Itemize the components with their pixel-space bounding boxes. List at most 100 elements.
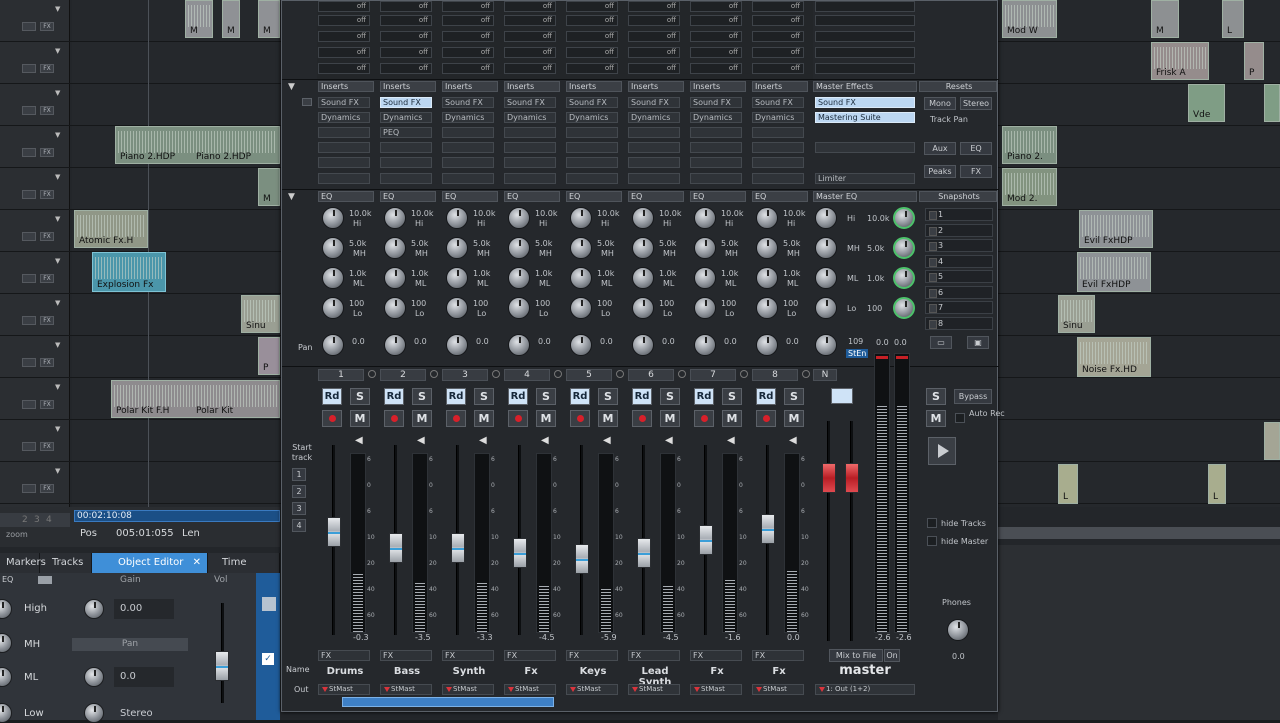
track-fx-button[interactable]: FX bbox=[40, 358, 54, 367]
fx-select[interactable]: FX bbox=[442, 650, 494, 661]
mute-icon[interactable] bbox=[22, 274, 36, 283]
snapshot-slot[interactable]: 5 bbox=[925, 270, 993, 283]
record-arm-button[interactable] bbox=[632, 410, 652, 427]
aux-send-button[interactable]: off bbox=[690, 1, 742, 12]
mute-icon[interactable] bbox=[22, 148, 36, 157]
insert-slot[interactable] bbox=[566, 127, 618, 138]
insert-slot[interactable] bbox=[752, 142, 804, 153]
master-eq-gain-knob[interactable] bbox=[893, 297, 915, 319]
fx-select[interactable]: FX bbox=[628, 650, 680, 661]
clip[interactable]: L bbox=[1222, 0, 1244, 38]
gain-knob[interactable] bbox=[84, 599, 104, 619]
insert-slot[interactable] bbox=[566, 157, 618, 168]
eq-hi-knob[interactable] bbox=[322, 207, 344, 229]
mute-button[interactable]: M bbox=[784, 410, 804, 427]
phones-knob[interactable] bbox=[947, 619, 969, 641]
insert-slot[interactable]: Dynamics bbox=[628, 112, 680, 123]
aux-send-button[interactable]: off bbox=[442, 15, 494, 26]
eq-mh-knob[interactable] bbox=[756, 237, 778, 259]
aux-send-button[interactable]: off bbox=[752, 47, 804, 58]
eq-hi-knob[interactable] bbox=[384, 207, 406, 229]
speaker-icon[interactable]: ◀ bbox=[417, 435, 427, 447]
fx-select[interactable]: FX bbox=[690, 650, 742, 661]
insert-slot[interactable] bbox=[318, 157, 370, 168]
chevron-down-icon[interactable]: ▼ bbox=[55, 257, 60, 265]
mono-button[interactable]: Mono bbox=[924, 97, 956, 110]
insert-slot[interactable] bbox=[442, 142, 494, 153]
solo-button[interactable]: S bbox=[536, 388, 556, 405]
master-eq-mh-knob[interactable] bbox=[815, 237, 837, 259]
snapshot-slot[interactable]: 2 bbox=[925, 223, 993, 237]
insert-slot[interactable] bbox=[752, 127, 804, 138]
eq-lo-knob[interactable] bbox=[322, 297, 344, 319]
master-eq-lo-knob[interactable] bbox=[815, 297, 837, 319]
insert-slot[interactable] bbox=[318, 142, 370, 153]
tab-markers[interactable]: Markers bbox=[0, 553, 46, 573]
speaker-icon[interactable]: ◀ bbox=[355, 435, 365, 447]
eq-ml-knob[interactable] bbox=[632, 267, 654, 289]
channel-name[interactable]: Drums bbox=[315, 666, 375, 677]
track-fx-button[interactable]: FX bbox=[40, 400, 54, 409]
aux-send-button[interactable]: off bbox=[380, 15, 432, 26]
track-fx-button[interactable]: FX bbox=[40, 106, 54, 115]
clip[interactable]: Atomic Fx.H bbox=[74, 210, 148, 248]
aux-send-button[interactable]: off bbox=[566, 1, 618, 12]
master-effect-slot[interactable]: Mastering Suite bbox=[815, 112, 915, 123]
insert-slot[interactable] bbox=[380, 173, 432, 184]
read-button[interactable]: Rd bbox=[632, 388, 652, 405]
insert-slot[interactable]: Sound FX bbox=[690, 97, 742, 108]
master-eq-hi-knob[interactable] bbox=[815, 207, 837, 229]
snapshot-slot[interactable]: 8 bbox=[925, 316, 993, 330]
pan-knob[interactable] bbox=[632, 334, 654, 356]
snapshot-slot[interactable]: 3 bbox=[925, 239, 993, 252]
channel-name[interactable]: Fx bbox=[749, 666, 809, 677]
start-track-button[interactable]: 2 bbox=[292, 485, 306, 498]
aux-send-button[interactable]: off bbox=[628, 63, 680, 74]
aux-send-button[interactable]: off bbox=[318, 15, 370, 26]
channel-fader[interactable] bbox=[761, 514, 775, 544]
eq-hi-knob[interactable] bbox=[694, 207, 716, 229]
insert-slot[interactable] bbox=[380, 157, 432, 168]
chevron-down-icon[interactable]: ▼ bbox=[55, 383, 60, 391]
fx-select[interactable]: FX bbox=[504, 650, 556, 661]
solo-button[interactable]: S bbox=[474, 388, 494, 405]
pan-value[interactable]: 0.0 bbox=[114, 667, 174, 687]
master-eq-gain-knob[interactable] bbox=[893, 207, 915, 229]
pan-knob[interactable] bbox=[694, 334, 716, 356]
chevron-down-icon[interactable]: ▼ bbox=[55, 89, 60, 97]
eq-ml-knob[interactable] bbox=[384, 267, 406, 289]
channel-fader[interactable] bbox=[637, 538, 651, 568]
insert-slot[interactable]: Dynamics bbox=[442, 112, 494, 123]
clip[interactable]: Mod 2. bbox=[1002, 168, 1057, 206]
aux-send-button[interactable]: off bbox=[318, 47, 370, 58]
clip[interactable]: Polar Kit F.H Polar Kit bbox=[111, 380, 280, 418]
record-arm-button[interactable] bbox=[384, 410, 404, 427]
mute-button[interactable]: M bbox=[598, 410, 618, 427]
aux-send-button[interactable]: off bbox=[504, 1, 556, 12]
aux-send-button[interactable]: off bbox=[690, 15, 742, 26]
track-fx-button[interactable]: FX bbox=[40, 148, 54, 157]
record-arm-button[interactable] bbox=[756, 410, 776, 427]
master-send[interactable] bbox=[815, 31, 915, 42]
output-select[interactable]: StMast bbox=[690, 684, 742, 695]
eq-hi-knob[interactable] bbox=[446, 207, 468, 229]
read-button[interactable]: Rd bbox=[570, 388, 590, 405]
aux-send-button[interactable]: off bbox=[628, 1, 680, 12]
aux-send-button[interactable]: off bbox=[442, 47, 494, 58]
gain-value[interactable]: 0.00 bbox=[114, 599, 174, 619]
insert-slot[interactable] bbox=[442, 173, 494, 184]
insert-slot[interactable] bbox=[628, 173, 680, 184]
clip[interactable]: Piano 2.HDP Piano 2.HDP bbox=[115, 126, 280, 164]
aux-send-button[interactable]: off bbox=[690, 63, 742, 74]
mix-to-file-on-button[interactable]: On bbox=[884, 649, 900, 662]
track-fx-button[interactable]: FX bbox=[40, 232, 54, 241]
master-fader-left[interactable] bbox=[822, 463, 836, 493]
record-arm-button[interactable] bbox=[570, 410, 590, 427]
aux-send-button[interactable]: off bbox=[380, 47, 432, 58]
clip[interactable]: P bbox=[1244, 42, 1264, 80]
master-send[interactable] bbox=[815, 15, 915, 26]
speaker-icon[interactable]: ◀ bbox=[479, 435, 489, 447]
insert-slot[interactable]: Dynamics bbox=[752, 112, 804, 123]
insert-slot[interactable] bbox=[566, 142, 618, 153]
track-fx-button[interactable]: FX bbox=[40, 442, 54, 451]
